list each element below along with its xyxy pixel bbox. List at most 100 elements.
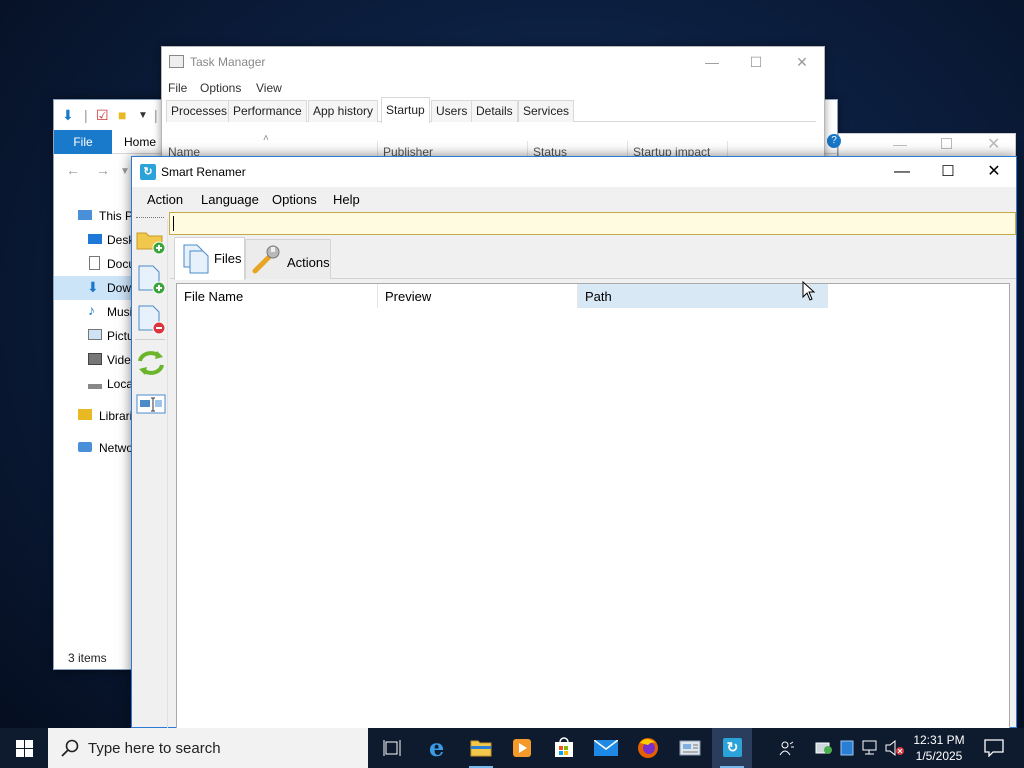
menu-file[interactable]: File bbox=[168, 81, 187, 95]
pictures-icon bbox=[88, 329, 102, 340]
smart-renamer-icon: ↻ bbox=[723, 738, 742, 757]
separator: | bbox=[154, 107, 158, 123]
minimize-button[interactable]: — bbox=[689, 47, 735, 77]
tray-network[interactable] bbox=[860, 728, 882, 768]
close-icon[interactable]: ✕ bbox=[987, 134, 1000, 154]
start-button[interactable] bbox=[0, 728, 48, 768]
tab-actions[interactable]: Actions bbox=[245, 239, 331, 279]
remove-file-icon bbox=[138, 305, 166, 335]
document-icon bbox=[89, 256, 100, 270]
menu-view[interactable]: View bbox=[256, 81, 282, 95]
add-file-icon bbox=[138, 265, 166, 295]
refresh-button[interactable] bbox=[135, 347, 167, 379]
taskbar-file-explorer[interactable] bbox=[461, 728, 501, 768]
library-icon bbox=[78, 409, 92, 420]
back-icon[interactable]: ← bbox=[66, 162, 80, 178]
menu-options[interactable]: Options bbox=[200, 81, 241, 95]
close-button[interactable]: ✕ bbox=[779, 47, 825, 77]
file-explorer-icon bbox=[470, 740, 492, 757]
window-title: Smart Renamer bbox=[161, 165, 246, 179]
tray-storage[interactable] bbox=[836, 728, 858, 768]
minimize-icon[interactable]: — bbox=[893, 136, 907, 152]
path-input[interactable] bbox=[169, 212, 1016, 235]
tab-strip: Processes Performance App history Startu… bbox=[166, 97, 816, 123]
clock[interactable]: 12:31 PM 1/5/2025 bbox=[905, 732, 973, 764]
minimize-button[interactable]: — bbox=[879, 157, 925, 187]
refresh-icon bbox=[138, 351, 164, 375]
tab-files[interactable]: Files bbox=[174, 237, 245, 280]
title-bar[interactable]: ↻ Smart Renamer — ☐ ✕ bbox=[132, 157, 1016, 187]
customize-qat-icon[interactable]: ▼ bbox=[138, 110, 148, 121]
tab-app-history[interactable]: App history bbox=[308, 100, 379, 122]
tab-performance[interactable]: Performance bbox=[228, 100, 307, 122]
column-preview[interactable]: Preview bbox=[378, 284, 578, 308]
tree-item-network[interactable]: Netwo bbox=[54, 436, 134, 460]
menu-options[interactable]: Options bbox=[272, 192, 317, 207]
taskbar-smart-renamer[interactable]: ↻ bbox=[712, 728, 752, 768]
download-arrow-icon[interactable]: ⬇ bbox=[62, 107, 74, 124]
task-manager-window[interactable]: Task Manager — ☐ ✕ File Options View Pro… bbox=[161, 46, 825, 161]
side-toolbar bbox=[132, 219, 168, 729]
tray-app[interactable] bbox=[813, 728, 835, 768]
properties-icon[interactable]: ☑ bbox=[96, 107, 109, 124]
close-button[interactable]: ✕ bbox=[971, 157, 1017, 187]
action-center-button[interactable] bbox=[975, 728, 1015, 768]
taskbar-control-panel[interactable] bbox=[670, 728, 710, 768]
tab-file[interactable]: File bbox=[54, 130, 112, 154]
tree-item-desktop[interactable]: Desk bbox=[54, 228, 134, 252]
toolbar-grip bbox=[136, 217, 164, 218]
smart-renamer-icon: ↻ bbox=[140, 164, 156, 180]
tree-item-downloads[interactable]: ⬇ Dow bbox=[54, 276, 134, 300]
tree-item-local-disk[interactable]: Loca bbox=[54, 372, 134, 396]
store-icon bbox=[555, 737, 573, 757]
text-caret bbox=[173, 216, 174, 231]
column-file-name[interactable]: File Name bbox=[177, 284, 378, 308]
file-list[interactable]: File Name Preview Path bbox=[176, 283, 1010, 729]
tab-home[interactable]: Home bbox=[124, 130, 156, 154]
taskbar-store[interactable] bbox=[544, 728, 584, 768]
maximize-button[interactable]: ☐ bbox=[925, 157, 971, 187]
taskbar-firefox[interactable] bbox=[628, 728, 668, 768]
search-placeholder: Type here to search bbox=[88, 740, 221, 757]
forward-icon[interactable]: → bbox=[96, 162, 110, 178]
search-box[interactable]: Type here to search bbox=[48, 728, 368, 768]
tree-item-pictures[interactable]: Pictu bbox=[54, 324, 134, 348]
people-icon bbox=[779, 741, 794, 756]
taskbar-edge[interactable]: e bbox=[420, 728, 460, 768]
menu-help[interactable]: Help bbox=[333, 192, 360, 207]
menu-language[interactable]: Language bbox=[201, 192, 259, 207]
new-folder-icon[interactable]: ■ bbox=[118, 107, 126, 123]
remove-file-button[interactable] bbox=[135, 303, 167, 335]
column-path[interactable]: Path bbox=[578, 284, 828, 308]
maximize-icon[interactable] bbox=[941, 138, 952, 149]
add-folder-button[interactable] bbox=[135, 223, 167, 255]
tree-item-libraries[interactable]: Librari bbox=[54, 404, 134, 428]
network-icon bbox=[78, 442, 92, 452]
tab-startup[interactable]: Startup bbox=[381, 97, 430, 123]
taskbar-mail[interactable] bbox=[586, 728, 626, 768]
tray-people[interactable] bbox=[776, 728, 798, 768]
tab-users[interactable]: Users bbox=[431, 100, 473, 122]
help-icon[interactable]: ? bbox=[827, 134, 841, 148]
smart-renamer-window[interactable]: ↻ Smart Renamer — ☐ ✕ Action Language Op… bbox=[131, 156, 1017, 729]
drive-icon bbox=[88, 384, 102, 389]
add-file-button[interactable] bbox=[135, 263, 167, 295]
background-window-caption: ? — ✕ bbox=[827, 133, 1016, 157]
taskbar-media-player[interactable] bbox=[502, 728, 542, 768]
rename-button[interactable] bbox=[135, 389, 167, 421]
menu-action[interactable]: Action bbox=[147, 192, 183, 207]
volume-muted-icon bbox=[885, 740, 904, 756]
recent-locations-icon[interactable]: ▼ bbox=[120, 166, 130, 177]
tab-details[interactable]: Details bbox=[471, 100, 518, 122]
maximize-button[interactable]: ☐ bbox=[733, 47, 779, 77]
tab-processes[interactable]: Processes bbox=[166, 100, 233, 122]
tree-item-music[interactable]: ♪ Musi bbox=[54, 300, 134, 324]
tree-item-documents[interactable]: Docu bbox=[54, 252, 134, 276]
window-title: Task Manager bbox=[190, 55, 266, 69]
taskbar-task-view[interactable] bbox=[372, 728, 412, 768]
tree-item-this-pc[interactable]: This P bbox=[54, 204, 134, 228]
tab-services[interactable]: Services bbox=[518, 100, 575, 122]
tree-item-videos[interactable]: Vide bbox=[54, 348, 134, 372]
tray-volume[interactable] bbox=[883, 728, 905, 768]
control-panel-icon bbox=[679, 740, 701, 756]
